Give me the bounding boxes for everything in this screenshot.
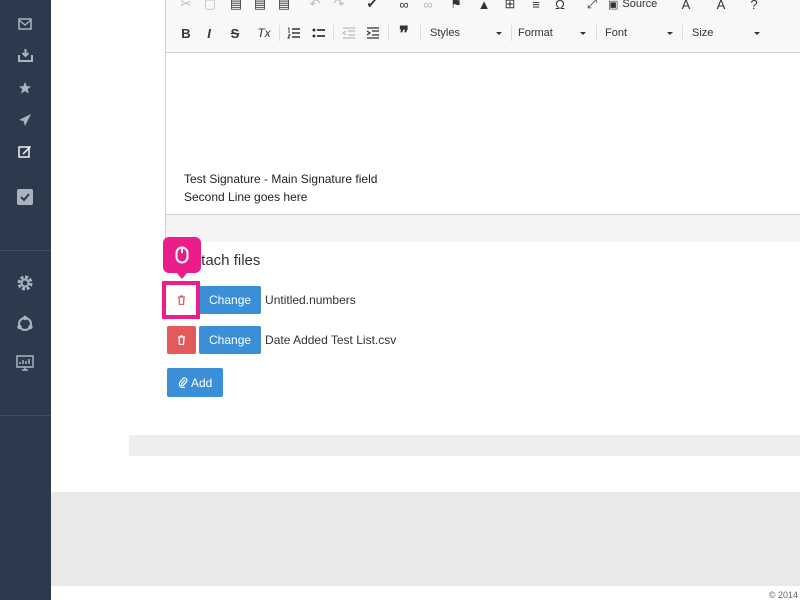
paste-word-icon[interactable]: ▤ xyxy=(274,0,294,13)
remove-format-icon[interactable]: Tx xyxy=(254,24,274,42)
copyright-text: © 2014 xyxy=(768,590,798,600)
maximize-icon[interactable]: ⤢ xyxy=(582,0,602,13)
editor-status-bar xyxy=(166,214,800,242)
signature-editor: ✂ ▢ ▤ ▤ ▤ ↶ ↷ ✔ ∞ ∞ ⚑ ▲ ⊞ ≡ Ω ⤢ ▣ Source … xyxy=(165,0,800,242)
sidebar-divider xyxy=(0,415,51,416)
change-file-button[interactable]: Change xyxy=(199,286,262,314)
file-name: Date Added Test List.csv xyxy=(265,333,397,347)
blockquote-icon[interactable]: ❞ xyxy=(394,23,414,43)
mouse-icon xyxy=(175,246,189,264)
content-footer-bar xyxy=(129,435,800,456)
compose-icon[interactable] xyxy=(15,141,35,161)
image-icon[interactable]: ▲ xyxy=(474,0,494,13)
toolbar-separator xyxy=(682,25,683,41)
file-row: Change Date Added Test List.csv xyxy=(167,325,396,355)
toolbar-separator xyxy=(420,25,421,41)
monitor-chart-icon[interactable] xyxy=(15,353,35,373)
checkbox-icon[interactable] xyxy=(15,187,35,207)
undo-icon[interactable]: ↶ xyxy=(305,0,325,13)
network-icon[interactable] xyxy=(15,314,35,334)
bg-color-icon[interactable]: A xyxy=(711,0,731,13)
cut-icon[interactable]: ✂ xyxy=(176,0,196,13)
toolbar-separator xyxy=(279,25,280,41)
inbox-icon[interactable] xyxy=(15,14,35,34)
toolbar-separator xyxy=(511,25,512,41)
add-label: Add xyxy=(191,375,213,390)
send-icon[interactable] xyxy=(15,110,35,130)
signature-line-2: Second Line goes here xyxy=(184,190,308,204)
gear-icon[interactable] xyxy=(15,273,35,293)
click-highlight xyxy=(162,281,200,319)
delete-file-button[interactable] xyxy=(167,326,196,354)
highlighted-delete-button[interactable] xyxy=(171,290,191,310)
toolbar-separator xyxy=(388,25,389,41)
add-attachment-button[interactable]: Add xyxy=(167,368,224,397)
bold-icon[interactable]: B xyxy=(176,24,196,42)
table-icon[interactable]: ⊞ xyxy=(500,0,520,13)
numbered-list-icon[interactable] xyxy=(284,24,304,42)
unlink-icon[interactable]: ∞ xyxy=(418,0,438,13)
paste-text-icon[interactable]: ▤ xyxy=(250,0,270,13)
bullet-list-icon[interactable] xyxy=(309,24,329,42)
sidebar xyxy=(0,0,51,600)
link-icon[interactable]: ∞ xyxy=(394,0,414,13)
help-icon[interactable]: ? xyxy=(744,0,764,13)
spellcheck-icon[interactable]: ✔ xyxy=(362,0,382,13)
size-dropdown[interactable]: Size xyxy=(688,24,764,42)
redo-icon[interactable]: ↷ xyxy=(329,0,349,13)
font-dropdown[interactable]: Font xyxy=(601,24,677,42)
trash-icon xyxy=(177,295,185,305)
toolbar-separator xyxy=(596,25,597,41)
special-char-icon[interactable]: Ω xyxy=(550,0,570,13)
star-icon[interactable] xyxy=(15,78,35,98)
styles-dropdown[interactable]: Styles xyxy=(426,24,506,42)
source-button[interactable]: ▣ Source xyxy=(608,0,668,13)
paste-icon[interactable]: ▤ xyxy=(226,0,246,13)
left-gutter xyxy=(51,0,129,492)
italic-icon[interactable]: I xyxy=(199,24,219,42)
page-footer xyxy=(51,586,800,600)
horizontal-rule-icon[interactable]: ≡ xyxy=(526,0,546,13)
text-color-icon[interactable]: A xyxy=(676,0,696,13)
trash-icon xyxy=(178,335,185,345)
copy-icon[interactable]: ▢ xyxy=(200,0,220,13)
format-dropdown[interactable]: Format xyxy=(514,24,590,42)
indent-icon[interactable] xyxy=(363,24,383,42)
change-file-button[interactable]: Change xyxy=(199,326,262,354)
strikethrough-icon[interactable]: S xyxy=(225,24,245,42)
outdent-icon[interactable] xyxy=(339,24,359,42)
signature-line-1: Test Signature - Main Signature field xyxy=(184,172,378,186)
toolbar-separator xyxy=(333,25,334,41)
click-indicator-arrow xyxy=(176,272,188,279)
sidebar-divider xyxy=(0,250,51,251)
paperclip-icon xyxy=(178,377,188,388)
anchor-flag-icon[interactable]: ⚑ xyxy=(446,0,466,13)
download-tray-icon[interactable] xyxy=(15,45,35,65)
click-indicator-tag xyxy=(163,237,201,273)
editor-toolbar: ✂ ▢ ▤ ▤ ▤ ↶ ↷ ✔ ∞ ∞ ⚑ ▲ ⊞ ≡ Ω ⤢ ▣ Source … xyxy=(166,0,800,53)
file-name: Untitled.numbers xyxy=(265,293,356,307)
editor-text-area[interactable]: Test Signature - Main Signature field Se… xyxy=(166,53,800,213)
